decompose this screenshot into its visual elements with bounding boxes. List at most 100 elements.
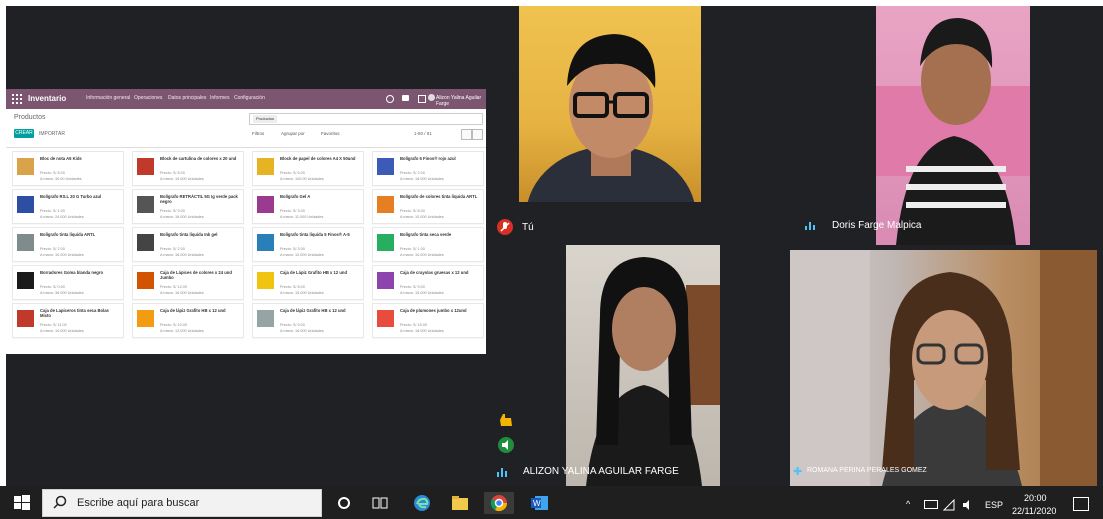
product-card[interactable]: Bolígrafo tinta líquida 5 Finos® A-5 Prec… (252, 227, 364, 262)
volume-icon[interactable] (962, 498, 974, 510)
product-name: Bolígrafo tinta líquida ARTL (40, 232, 96, 237)
user-name[interactable]: Alizon Yalina Aguilar Farge (436, 95, 486, 107)
network-icon[interactable] (942, 498, 955, 511)
product-price: Precio: S/ 2.00 (160, 247, 185, 251)
breadcrumb: Productos (14, 114, 46, 121)
apps-menu-icon[interactable] (12, 94, 22, 104)
pager[interactable]: 1-80 / 81 (414, 131, 432, 136)
avatar[interactable] (428, 94, 435, 101)
product-price: Precio: S/ 0.50 (40, 285, 65, 289)
product-stock: A mano: 12.000 Unidades (160, 329, 204, 333)
taskbar-search-input[interactable]: Escribe aquí para buscar (42, 489, 322, 517)
bug-icon[interactable] (386, 95, 394, 103)
product-image (17, 310, 34, 327)
mic-muted-icon (497, 219, 513, 235)
product-stock: A mano: 18.000 Unidades (400, 329, 444, 333)
chat-icon[interactable] (402, 95, 409, 101)
product-card[interactable]: Caja de lápiz Grafito HB x 12 und Precio:… (252, 303, 364, 338)
clock-icon[interactable] (418, 95, 426, 103)
favorites-button[interactable]: Favoritos (321, 131, 340, 136)
product-name: Caja de lápiz Grafito HB x 12 und (280, 308, 346, 313)
audio-icon (498, 437, 514, 453)
product-card[interactable]: Caja de plumones jumbo x 12und Precio: S/… (372, 303, 484, 338)
product-card[interactable]: Bolígrafo tinta líquida Ink gel Precio: S… (132, 227, 244, 262)
create-button[interactable]: CREAR (14, 129, 34, 138)
chrome-icon[interactable] (484, 492, 514, 514)
menu-item[interactable]: Datos principales (168, 95, 206, 101)
product-card[interactable]: Bolígrafo 5 Finos® rojo azul Precio: S/ 2… (372, 151, 484, 186)
search-facet[interactable]: Productos (253, 115, 278, 123)
product-card[interactable]: Bolígrafo RS.L 20 G Turbo azul Precio: S/… (12, 189, 124, 224)
participant-name-doris: Doris Farge Malpica (832, 220, 922, 231)
menu-item[interactable]: Configuración (234, 95, 265, 101)
person-image (790, 250, 1097, 486)
product-card[interactable]: Bolígrafo tinta líquida ARTL Precio: S/ 2… (12, 227, 124, 262)
product-stock: A mano: 15.000 Unidades (280, 291, 324, 295)
product-card[interactable]: Caja de Lapiceros tinta seca Bolas Mixto… (12, 303, 124, 338)
product-name: Bolígrafo RS.L 20 G Turbo azul (40, 194, 102, 199)
shared-screen[interactable]: Inventario Información general Operacion… (6, 89, 486, 354)
product-name: Caja de lápiz Grafito HB x 12 und (160, 308, 226, 313)
product-name: Bolígrafo RETRÁCTIL 5G Ig verde pack neg… (160, 194, 238, 204)
person-image (586, 257, 720, 486)
product-name: Bolígrafo tinta líquida Ink gel (160, 232, 218, 237)
product-card[interactable]: Bolígrafo Gel A Precio: S/ 3.00 A mano: 11… (252, 189, 364, 224)
import-button[interactable]: IMPORTAR (39, 131, 65, 137)
product-image (17, 272, 34, 289)
product-stock: A mano: 16.000 Unidades (280, 329, 324, 333)
participant-video-self[interactable] (519, 6, 701, 202)
product-price: Precio: S/ 8.00 (400, 209, 425, 213)
product-image (377, 272, 394, 289)
participant-video-romana[interactable] (790, 250, 1097, 486)
product-card[interactable]: Caja de crayolas gruesas x 12 und Precio:… (372, 265, 484, 300)
word-icon[interactable]: W (528, 492, 552, 514)
clock-date[interactable]: 22/11/2020 (1012, 506, 1056, 516)
product-image (257, 310, 274, 327)
list-view-icon[interactable] (472, 129, 483, 140)
app-title[interactable]: Inventario (28, 94, 66, 103)
language-indicator[interactable]: ESP (985, 500, 1003, 510)
control-panel: Productos CREAR IMPORTAR Productos Filtr… (6, 109, 486, 148)
product-card[interactable]: Bolígrafo tinta seca verde Precio: S/ 1.0… (372, 227, 484, 262)
product-name: Caja de Lápices de colores x 24 und Jumb… (160, 270, 232, 280)
product-price: Precio: S/ 10.00 (160, 323, 188, 327)
product-name: Borradores Goma blanda negro (40, 270, 104, 275)
product-price: Precio: S/ 11.00 (40, 323, 67, 327)
participant-video-alizon[interactable] (566, 245, 720, 486)
product-card[interactable]: Caja de lápiz Grafito HB x 12 und Precio:… (132, 303, 244, 338)
participant-video-doris[interactable] (876, 6, 1030, 245)
product-stock: A mano: 18.000 Unidades (400, 177, 444, 181)
product-card[interactable]: Caja de Lápices de colores x 24 und Jumb… (132, 265, 244, 300)
product-image (257, 196, 274, 213)
menu-item[interactable]: Informes (210, 95, 229, 101)
product-stock: A mano: 16.000 Unidades (160, 215, 204, 219)
product-image (17, 234, 34, 251)
notifications-icon[interactable] (1073, 497, 1089, 511)
menu-item[interactable]: Operaciones (134, 95, 162, 101)
edge-icon[interactable] (410, 492, 434, 514)
product-price: Precio: S/ 2.00 (400, 171, 425, 175)
product-card[interactable]: Block de papel de colores A4 X 50und Prec… (252, 151, 364, 186)
kanban-view-icon[interactable] (461, 129, 472, 140)
product-stock: A mano: 16.000 Unidades (160, 253, 204, 257)
product-image (17, 158, 34, 175)
product-name: Caja de Lápiz Grafito HB x 12 und (280, 270, 348, 275)
search-input[interactable]: Productos (249, 113, 483, 125)
product-card[interactable]: Bolígrafo de colores tinta líquida ARTL P… (372, 189, 484, 224)
windows-start-icon[interactable] (14, 495, 30, 511)
product-card[interactable]: Bolígrafo RETRÁCTIL 5G Ig verde pack neg… (132, 189, 244, 224)
product-card[interactable]: Block de cartulina de colores x 20 und Pr… (132, 151, 244, 186)
product-card[interactable]: Borradores Goma blanda negro Precio: S/ 0… (12, 265, 124, 300)
product-card[interactable]: Caja de Lápiz Grafito HB x 12 und Precio:… (252, 265, 364, 300)
product-name: Bolígrafo tinta seca verde (400, 232, 452, 237)
battery-icon[interactable] (924, 500, 938, 509)
clock-time[interactable]: 20:00 (1024, 493, 1047, 503)
file-explorer-icon[interactable] (448, 492, 472, 514)
task-view-icon[interactable] (368, 492, 392, 514)
cortana-icon[interactable] (332, 492, 356, 514)
chevron-up-icon[interactable]: ^ (906, 499, 910, 509)
menu-item[interactable]: Información general (86, 95, 130, 101)
group-by-button[interactable]: Agrupar por (281, 131, 305, 136)
product-card[interactable]: Bloc de nota A5 Kids Precio: S/ 8.00 A man… (12, 151, 124, 186)
filters-button[interactable]: Filtros (252, 131, 264, 136)
